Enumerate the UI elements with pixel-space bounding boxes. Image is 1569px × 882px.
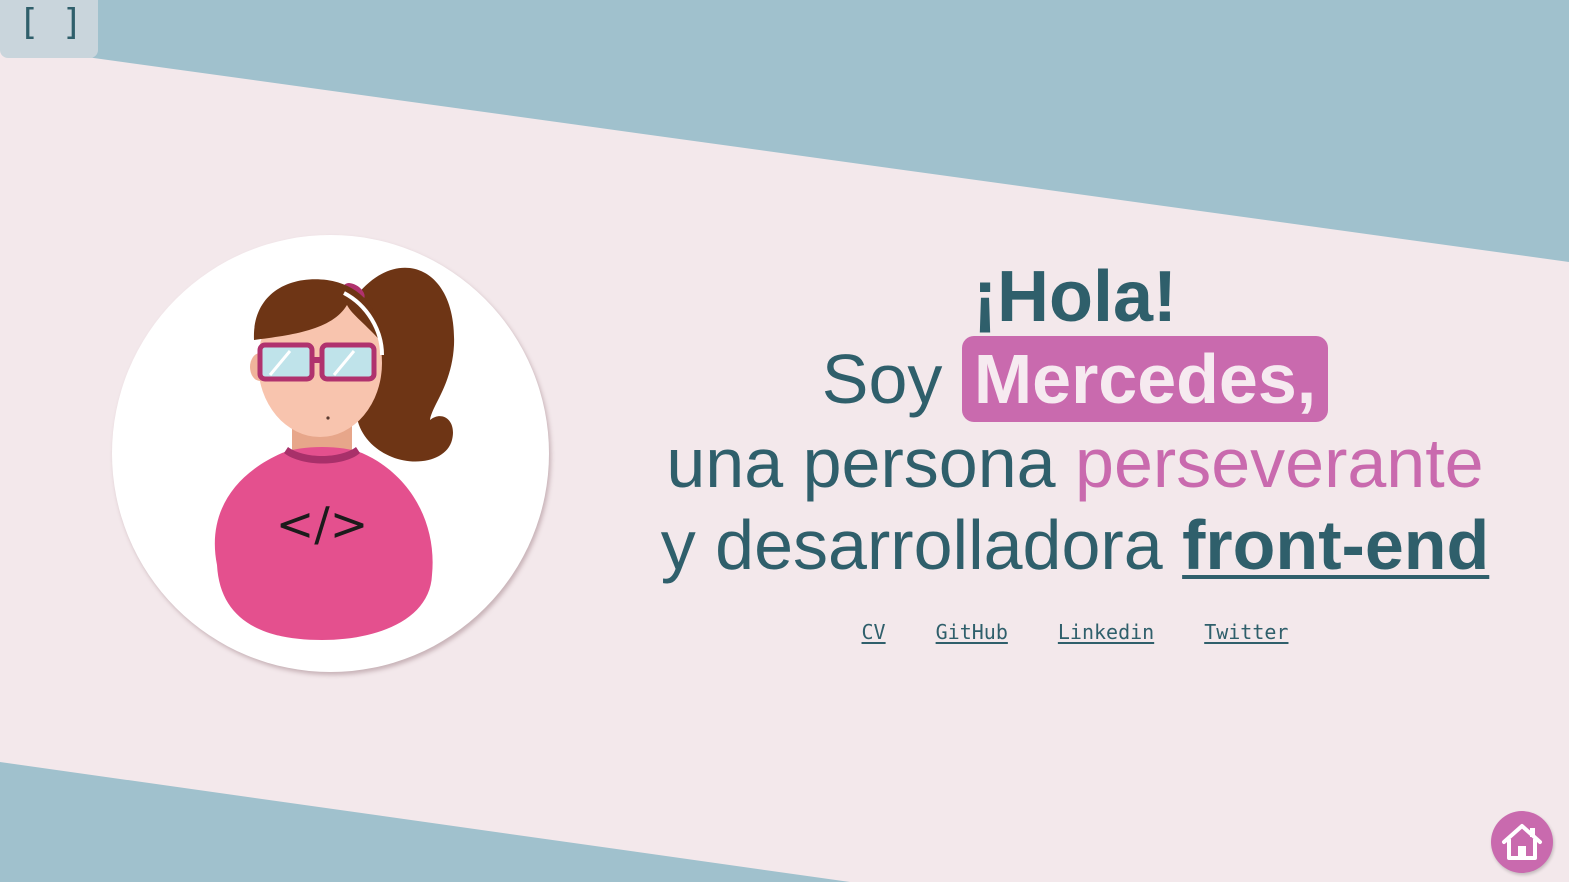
- linkedin-link[interactable]: Linkedin: [1058, 620, 1154, 644]
- developer-avatar-icon: </>: [214, 267, 455, 640]
- shirt-code-symbol: </>: [276, 497, 369, 551]
- brackets-logo[interactable]: [ ]: [18, 2, 83, 43]
- intro-line: Soy Mercedes,: [600, 336, 1550, 422]
- name-highlight: Mercedes,: [961, 336, 1329, 422]
- description-line-2: y desarrolladora front-end: [600, 504, 1550, 586]
- hero-heading: ¡Hola! Soy Mercedes, una persona perseve…: [600, 258, 1550, 586]
- avatar: </>: [112, 235, 549, 672]
- role-prefix: y desarrolladora: [660, 506, 1183, 584]
- intro-prefix: Soy: [821, 340, 962, 418]
- home-button[interactable]: [1491, 811, 1553, 873]
- page-root: [ ] </> ¡Hola! Soy Mercedes, una persona…: [0, 0, 1569, 882]
- twitter-link[interactable]: Twitter: [1204, 620, 1288, 644]
- accent-word: perseverante: [1075, 424, 1484, 502]
- github-link[interactable]: GitHub: [936, 620, 1008, 644]
- home-icon: [1502, 824, 1542, 860]
- description-line-1: una persona perseverante: [600, 422, 1550, 504]
- social-links: CV GitHub Linkedin Twitter: [800, 620, 1350, 644]
- role-highlight: front-end: [1182, 506, 1490, 584]
- cv-link[interactable]: CV: [862, 620, 886, 644]
- description-prefix: una persona: [666, 424, 1076, 502]
- greeting-text: ¡Hola!: [973, 257, 1177, 337]
